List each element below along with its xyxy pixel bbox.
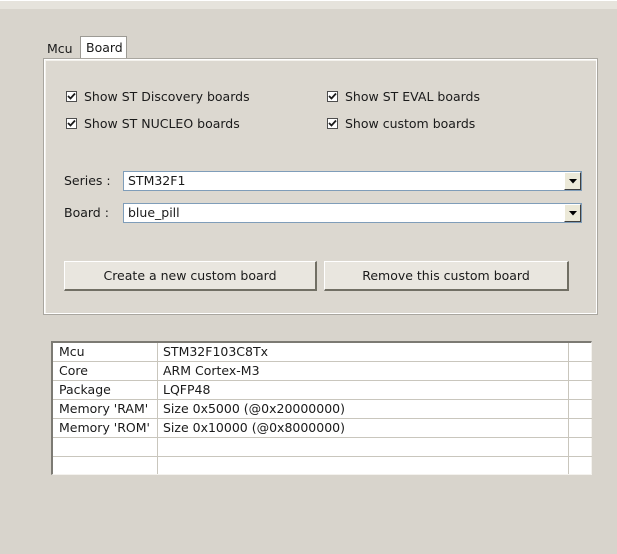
- board-value: blue_pill: [128, 205, 180, 220]
- row-key: Memory 'RAM': [59, 401, 149, 416]
- show-eval-checkbox[interactable]: Show ST EVAL boards: [327, 88, 480, 104]
- checkbox-checked-icon: [66, 117, 77, 129]
- table-row[interactable]: Package LQFP48: [53, 381, 592, 400]
- show-discovery-label: Show ST Discovery boards: [84, 88, 250, 104]
- create-custom-board-button[interactable]: Create a new custom board: [64, 261, 317, 291]
- row-value: Size 0x5000 (@0x20000000): [163, 401, 345, 416]
- row-value: Size 0x10000 (@0x8000000): [163, 420, 345, 435]
- tab-board[interactable]: Board: [80, 36, 127, 60]
- board-select[interactable]: blue_pill: [123, 203, 582, 223]
- tab-mcu[interactable]: Mcu: [42, 38, 80, 59]
- chevron-down-icon[interactable]: [564, 172, 581, 190]
- row-key: Package: [59, 382, 111, 397]
- show-nucleo-checkbox[interactable]: Show ST NUCLEO boards: [66, 115, 240, 131]
- show-nucleo-label: Show ST NUCLEO boards: [84, 115, 240, 131]
- checkbox-checked-icon: [327, 90, 338, 102]
- show-custom-label: Show custom boards: [345, 115, 476, 131]
- table-row[interactable]: Mcu STM32F103C8Tx: [53, 343, 592, 362]
- row-key: Mcu: [59, 344, 85, 359]
- checkbox-checked-icon: [327, 117, 338, 129]
- board-details-table: Mcu STM32F103C8Tx Core ARM Cortex-M3 Pac…: [51, 341, 592, 475]
- series-value: STM32F1: [128, 173, 186, 188]
- remove-custom-board-label: Remove this custom board: [362, 268, 530, 283]
- row-value: ARM Cortex-M3: [163, 363, 260, 378]
- create-custom-board-label: Create a new custom board: [103, 268, 277, 283]
- top-strip: [0, 1, 617, 9]
- show-custom-checkbox[interactable]: Show custom boards: [327, 115, 475, 131]
- row-key: Core: [59, 363, 88, 378]
- series-label: Series :: [64, 173, 111, 188]
- show-discovery-checkbox[interactable]: Show ST Discovery boards: [66, 88, 250, 104]
- series-select[interactable]: STM32F1: [123, 171, 582, 191]
- board-label: Board :: [64, 205, 109, 220]
- row-key: Memory 'ROM': [59, 420, 150, 435]
- table-row[interactable]: Core ARM Cortex-M3: [53, 362, 592, 381]
- row-value: LQFP48: [163, 382, 211, 397]
- remove-custom-board-button[interactable]: Remove this custom board: [324, 261, 569, 291]
- table-row[interactable]: Memory 'RAM' Size 0x5000 (@0x20000000): [53, 400, 592, 419]
- show-eval-label: Show ST EVAL boards: [345, 88, 480, 104]
- checkbox-checked-icon: [66, 90, 77, 102]
- table-row-empty: [53, 438, 592, 457]
- chevron-down-icon[interactable]: [564, 204, 581, 222]
- row-value: STM32F103C8Tx: [163, 344, 269, 359]
- table-row[interactable]: Memory 'ROM' Size 0x10000 (@0x8000000): [53, 419, 592, 438]
